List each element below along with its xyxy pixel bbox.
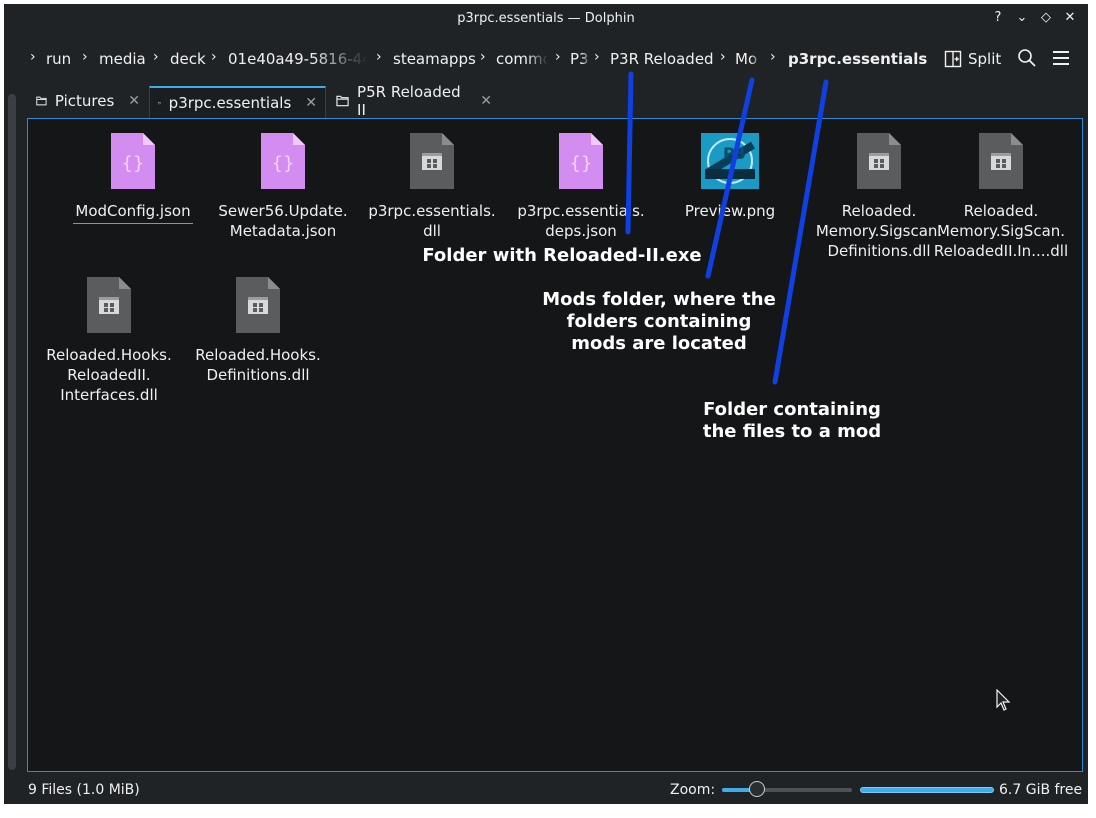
status-summary: 9 Files (1.0 MiB) [28,782,140,798]
zoom-label: Zoom: [670,782,716,798]
dolphin-window: p3rpc.essentials — Dolphin ? ⌄ ◇ ✕ › run… [4,4,1088,804]
annotation-lines [625,71,829,385]
annotation-line-mod [772,79,829,385]
status-bar: 9 Files (1.0 MiB) Zoom: 6.7 GiB free [4,778,1088,804]
zoom-slider[interactable] [722,788,852,792]
annotation-line-reloaded [625,71,634,235]
annotation-line-mods [705,77,755,279]
free-space-bar[interactable] [860,787,994,793]
free-space-label: 6.7 GiB free [999,782,1083,798]
zoom-slider-handle[interactable] [749,781,765,797]
